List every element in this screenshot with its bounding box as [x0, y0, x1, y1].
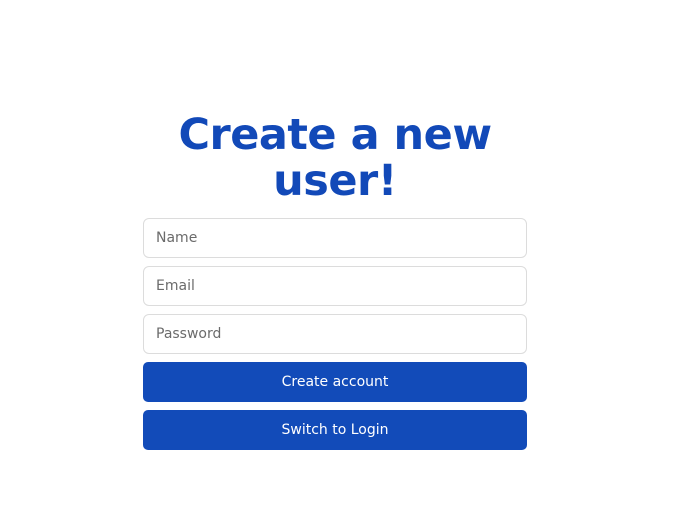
page-title: Create a new user! [178, 110, 492, 206]
form-fields: Create account Switch to Login [143, 218, 527, 450]
name-field[interactable] [143, 218, 527, 258]
signup-page: Create a new user! Create account Switch… [0, 0, 676, 531]
switch-to-login-button[interactable]: Switch to Login [143, 410, 527, 450]
email-field[interactable] [143, 266, 527, 306]
create-account-button[interactable]: Create account [143, 362, 527, 402]
password-field[interactable] [143, 314, 527, 354]
signup-form: Create a new user! Create account Switch… [143, 112, 527, 458]
